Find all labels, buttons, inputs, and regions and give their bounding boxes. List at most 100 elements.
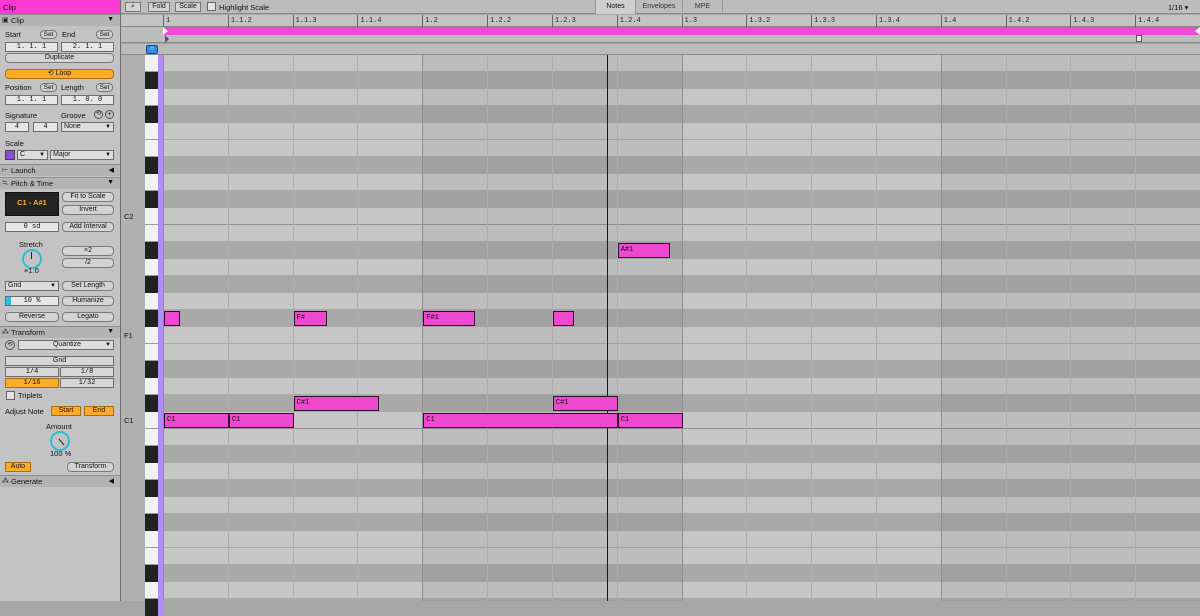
position-set-button[interactable]: Set	[40, 83, 57, 92]
highlight-scale-checkbox[interactable]	[207, 2, 216, 11]
note-editor-grid[interactable]: C1 C1 C1 C1 C#1 C#1 F# F#1 A#1	[163, 55, 1200, 601]
midi-note[interactable]: C1	[617, 413, 683, 428]
tab-mpe[interactable]: MPE	[682, 0, 722, 14]
grid-line	[163, 55, 164, 601]
clip-title-bar[interactable]: Clip	[0, 0, 120, 14]
midi-note[interactable]: C1	[423, 413, 618, 428]
grid-1-32-button[interactable]: 1/32	[60, 378, 114, 388]
loop-gutter	[121, 27, 163, 35]
grid-line	[681, 55, 683, 601]
transform-section-header[interactable]: ⁂ Transform ▼	[0, 326, 120, 338]
end-set-button[interactable]: Set	[96, 30, 113, 39]
duplicate-button[interactable]: Duplicate	[5, 53, 114, 63]
midi-note[interactable]	[552, 311, 574, 326]
midi-note[interactable]: C#1	[552, 396, 618, 411]
scale-button[interactable]: Scale	[175, 2, 201, 12]
set-length-button[interactable]: Set Length	[62, 281, 114, 291]
expand-arrow-icon[interactable]: ◀	[109, 477, 114, 485]
double-length-button[interactable]: ×2	[62, 246, 114, 256]
fit-to-scale-button[interactable]: Fit to Scale	[62, 192, 114, 202]
loop-start-marker-icon[interactable]	[163, 27, 168, 35]
grid-1-4-button[interactable]: 1/4	[5, 367, 59, 377]
midi-note[interactable]: C1	[228, 413, 294, 428]
key-label: F1	[124, 331, 133, 340]
collapse-arrow-icon[interactable]: ▼	[107, 328, 114, 335]
start-field[interactable]: 1. 1. 1	[5, 42, 58, 52]
loop-end-marker-icon[interactable]	[1195, 27, 1200, 35]
end-field[interactable]: 2. 1. 1	[61, 42, 114, 52]
amount-knob[interactable]	[50, 431, 70, 451]
humanize-button[interactable]: Humanize	[62, 296, 114, 306]
auto-button[interactable]: Auto	[5, 462, 31, 472]
launch-section-header[interactable]: ⊢ Launch ◀	[0, 164, 120, 176]
add-interval-button[interactable]: Add Interval	[62, 222, 114, 232]
half-length-button[interactable]: /2	[62, 258, 114, 268]
grid-line	[811, 55, 813, 601]
length-field[interactable]: 1. 0. 0	[61, 95, 114, 105]
piano-keyboard[interactable]	[145, 55, 163, 616]
grid-mode-dropdown[interactable]: Grid ▼	[5, 281, 59, 291]
grid-1-16-button[interactable]: 1/16	[5, 378, 59, 388]
scale-mode-toggle-icon[interactable]	[5, 150, 15, 160]
quantize-dropdown[interactable]: Quantize ▼	[18, 340, 114, 350]
grid-resolution-menu[interactable]: 1/16 ▾	[1168, 3, 1188, 12]
triplets-checkbox[interactable]	[6, 391, 15, 400]
end-marker-icon[interactable]	[1136, 35, 1142, 42]
insert-marker	[606, 55, 608, 601]
groove-add-icon[interactable]: +	[105, 110, 114, 119]
scale-mode-dropdown[interactable]: Major ▼	[50, 150, 114, 160]
expand-arrow-icon[interactable]: ◀	[109, 166, 114, 174]
fold-button[interactable]: Fold	[148, 2, 170, 12]
humanize-amount-slider[interactable]: 10 %	[5, 296, 59, 306]
midi-note[interactable]: F#1	[423, 311, 476, 326]
adjust-end-button[interactable]: End	[84, 406, 114, 416]
highlight-scale-label: Highlight Scale	[219, 3, 270, 12]
tab-divider	[722, 0, 723, 14]
grid-1-8-button[interactable]: 1/8	[60, 367, 114, 377]
midi-note[interactable]: F#	[293, 311, 328, 326]
generate-section-header[interactable]: ⁂ Generate ◀	[0, 475, 120, 487]
invert-button[interactable]: Invert	[62, 205, 114, 215]
midi-note[interactable]	[164, 311, 180, 326]
scale-root-dropdown[interactable]: C ▼	[17, 150, 48, 160]
signature-numerator[interactable]: 4	[5, 122, 29, 132]
quantize-icon[interactable]: ⟲	[5, 340, 15, 350]
dropdown-arrow-icon: ▼	[39, 152, 45, 158]
length-label: Length	[61, 83, 84, 92]
clip-title: Clip	[3, 3, 16, 12]
tab-envelopes[interactable]: Envelopes	[635, 0, 682, 14]
zoom-search-icon[interactable]: ⌕	[125, 2, 141, 12]
legato-button[interactable]: Legato	[62, 312, 114, 322]
collapse-arrow-icon[interactable]: ▼	[107, 179, 114, 186]
groove-hot-swap-icon[interactable]: ⟲	[94, 110, 103, 119]
ruler-gutter	[121, 15, 163, 27]
length-set-button[interactable]: Set	[96, 83, 113, 92]
reverse-button[interactable]: Reverse	[5, 312, 59, 322]
midi-note[interactable]: C1	[164, 413, 229, 428]
midi-note[interactable]: C#1	[293, 396, 380, 411]
position-field[interactable]: 1. 1. 1	[5, 95, 58, 105]
groove-dropdown[interactable]: None ▼	[61, 122, 114, 132]
amount-label: Amount	[46, 422, 72, 431]
start-set-button[interactable]: Set	[40, 30, 57, 39]
transform-icon: ⁂	[2, 329, 9, 336]
pitch-time-section-header[interactable]: ≒ Pitch & Time ▼	[0, 177, 120, 189]
collapse-arrow-icon[interactable]: ▼	[107, 16, 114, 23]
adjust-start-button[interactable]: Start	[51, 406, 81, 416]
signature-denominator[interactable]: 4	[33, 122, 58, 132]
ruler-tick: 1.3.2	[746, 15, 770, 27]
clip-section-header[interactable]: ▣ Clip ▼	[0, 14, 120, 26]
beat-ruler[interactable]: 1 1.1.2 1.1.3 1.1.4 1.2 1.2.2 1.2.3 1.2.4 1.3 1.3…	[163, 15, 1200, 27]
start-marker-icon[interactable]	[165, 35, 169, 43]
loop-brace[interactable]	[163, 27, 1200, 35]
groove-label: Groove	[61, 111, 86, 120]
transform-button[interactable]: Transform	[67, 462, 114, 472]
ruler-tick: 1.2.4	[616, 15, 641, 27]
midi-note[interactable]: A#1	[617, 243, 670, 258]
launch-title: Launch	[11, 166, 36, 175]
loop-button[interactable]: ⟲ Loop	[5, 69, 114, 79]
semitone-field[interactable]: 0 sd	[5, 222, 59, 232]
preview-toggle-icon[interactable]: ○	[146, 45, 158, 54]
tab-notes[interactable]: Notes	[595, 0, 635, 14]
grid-line	[746, 55, 748, 601]
